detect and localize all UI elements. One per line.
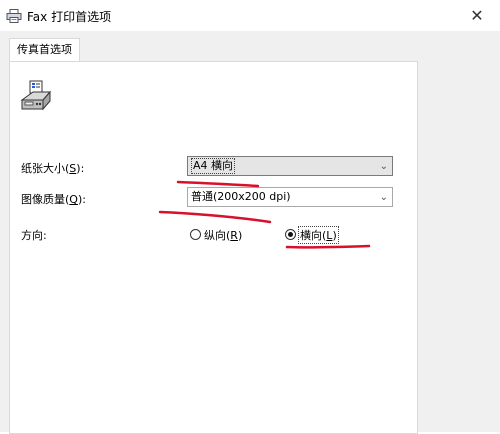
image-quality-value: 普通(200x200 dpi)	[191, 190, 291, 203]
image-quality-label: 图像质量(Q):	[21, 193, 86, 206]
dialog-background	[0, 61, 9, 432]
dialog-background	[417, 61, 500, 432]
close-button[interactable]: ✕	[454, 0, 500, 31]
tab-strip: 传真首选项	[0, 31, 500, 62]
chevron-down-icon: ⌄	[379, 161, 388, 172]
portrait-radio-label[interactable]: 纵向(R)	[204, 227, 242, 243]
landscape-radio[interactable]	[285, 229, 296, 240]
image-quality-dropdown[interactable]: 普通(200x200 dpi) ⌄	[187, 187, 393, 207]
chevron-down-icon: ⌄	[379, 192, 388, 203]
portrait-radio[interactable]	[190, 229, 201, 240]
orientation-label: 方向:	[21, 229, 47, 242]
fax-preferences-window: Fax 打印首选项 ✕ 传真首选项 纸张大小(S): A4 横向 ⌄ 图像质量(…	[0, 0, 500, 434]
paper-size-dropdown[interactable]: A4 横向 ⌄	[187, 156, 393, 176]
paper-size-value: A4 横向	[191, 158, 236, 174]
title-bar[interactable]: Fax 打印首选项 ✕	[0, 0, 500, 31]
fax-machine-icon	[20, 80, 52, 111]
printer-icon	[6, 9, 22, 23]
radio-selected-dot	[288, 232, 293, 237]
tab-fax-preferences[interactable]: 传真首选项	[9, 38, 80, 62]
landscape-radio-label[interactable]: 横向(L)	[298, 226, 339, 244]
close-icon: ✕	[470, 6, 484, 25]
window-title: Fax 打印首选项	[27, 10, 112, 24]
tab-panel	[9, 61, 418, 434]
paper-size-label: 纸张大小(S):	[21, 162, 85, 175]
